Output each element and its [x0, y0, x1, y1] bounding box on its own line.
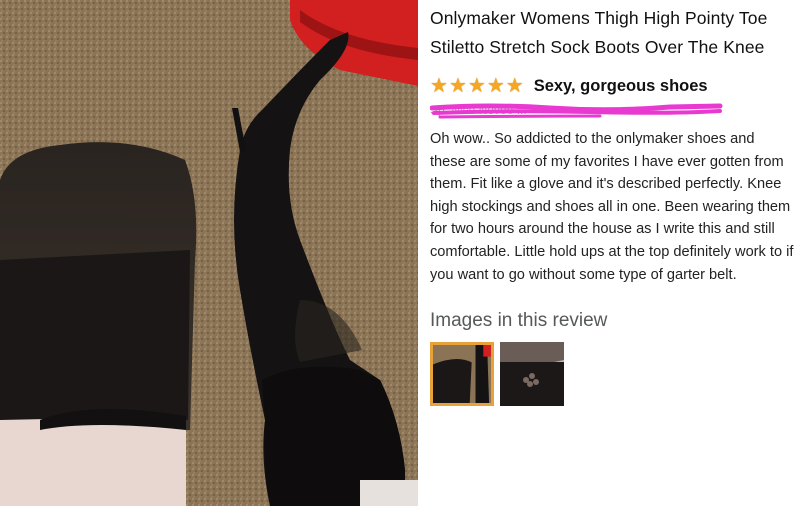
star-rating[interactable]: ★ ★ ★ ★ ★ [430, 76, 524, 96]
reviewer-line: Sp..Nice Nevee ... [430, 102, 730, 120]
star-icon: ★ [430, 75, 448, 97]
review-body: Oh wow.. So addicted to the onlymaker sh… [430, 131, 794, 283]
review-photo-image [0, 0, 418, 506]
star-icon: ★ [448, 75, 467, 97]
product-title[interactable]: Onlymaker Womens Thigh High Pointy Toe S… [430, 0, 800, 62]
images-heading: Images in this review [430, 310, 608, 332]
review-thumbnail-2[interactable] [500, 342, 564, 407]
rating-row: ★ ★ ★ ★ ★ Sexy, gorgeous shoes [430, 74, 800, 98]
review-thumbnails [430, 342, 800, 407]
review-photo [0, 0, 418, 506]
star-icon: ★ [467, 75, 486, 97]
review-title[interactable]: Sexy, gorgeous shoes [534, 77, 708, 96]
review-panel: Onlymaker Womens Thigh High Pointy Toe S… [418, 0, 800, 506]
review-thumbnail-1[interactable] [430, 342, 494, 407]
star-icon: ★ [486, 75, 505, 97]
redaction-scribble [430, 103, 723, 119]
star-icon: ★ [505, 75, 524, 97]
